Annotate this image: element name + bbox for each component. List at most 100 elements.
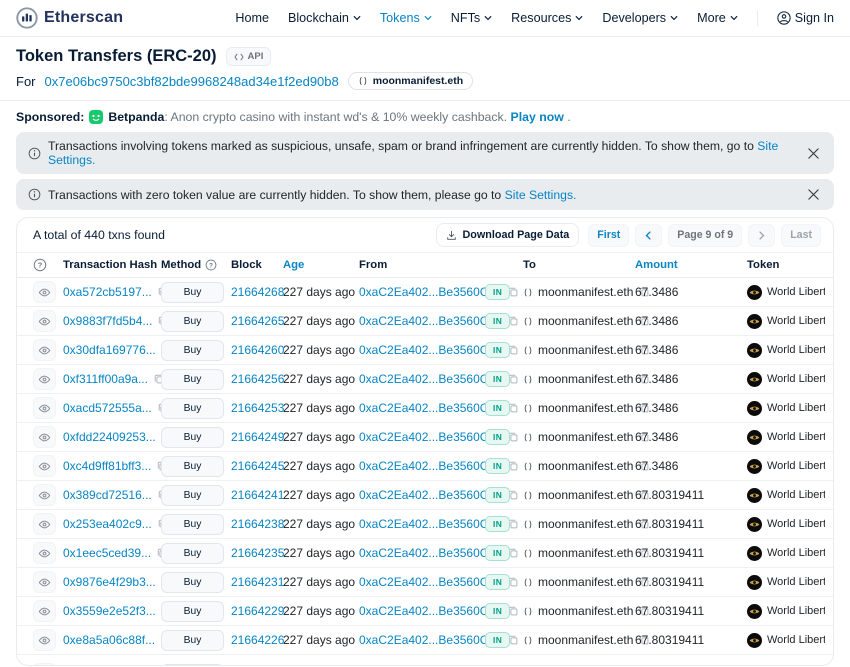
block-link[interactable]: 21664268 [231,285,284,299]
pagination-next-button[interactable] [748,224,775,247]
eye-preview-button[interactable] [33,484,56,506]
method-badge[interactable]: Buy [161,340,224,361]
token-name-link[interactable]: World Libert... [767,402,825,414]
transaction-hash-link[interactable]: 0x389cd72516... [63,488,152,502]
eye-preview-button[interactable] [33,368,56,390]
from-address-link[interactable]: 0xaC2Ea402...Be3560C22 [359,285,502,299]
close-icon[interactable] [805,145,822,162]
block-link[interactable]: 21664231 [231,575,284,589]
method-badge[interactable]: Buy [161,630,224,651]
token-name-link[interactable]: World Libert... [767,518,825,530]
eye-preview-button[interactable] [33,426,56,448]
to-ens-link[interactable]: moonmanifest.eth [538,343,633,357]
method-badge[interactable]: Buy [161,543,224,564]
to-ens-link[interactable]: moonmanifest.eth [538,546,633,560]
block-link[interactable]: 21664256 [231,372,284,386]
eye-preview-button[interactable] [33,629,56,651]
to-ens-link[interactable]: moonmanifest.eth [538,459,633,473]
transaction-hash-link[interactable]: 0x1eec5ced39... [63,546,151,560]
method-badge[interactable]: Buy [161,514,224,535]
to-ens-link[interactable]: moonmanifest.eth [538,372,633,386]
to-ens-link[interactable]: moonmanifest.eth [538,575,633,589]
token-name-link[interactable]: World Libert... [767,460,825,472]
method-badge[interactable]: Buy [161,282,224,303]
method-badge[interactable]: Buy [161,311,224,332]
pagination-last-button[interactable]: Last [781,224,821,247]
method-badge[interactable]: Buy [161,398,224,419]
block-link[interactable]: 21664226 [231,633,284,647]
token-name-link[interactable]: World Libert... [767,344,825,356]
token-name-link[interactable]: World Libert... [767,315,825,327]
from-address-link[interactable]: 0xaC2Ea402...Be3560C22 [359,459,502,473]
etherscan-logo[interactable]: Etherscan [16,7,123,29]
token-name-link[interactable]: World Libert... [767,547,825,559]
transaction-hash-link[interactable]: 0x3559e2e52f3... [63,604,156,618]
transaction-hash-link[interactable]: 0x30dfa169776... [63,343,156,357]
advertiser-link[interactable]: Betpanda [108,110,164,124]
pagination-first-button[interactable]: First [588,224,629,247]
eye-preview-button[interactable] [33,397,56,419]
block-link[interactable]: 21664241 [231,488,284,502]
eye-preview-button[interactable] [33,571,56,593]
transaction-hash-link[interactable]: 0xf311ff00a9a... [63,372,148,386]
method-badge[interactable]: Buy [161,369,224,390]
to-ens-link[interactable]: moonmanifest.eth [538,430,633,444]
site-settings-link[interactable]: Site Settings. [505,188,577,202]
eye-preview-button[interactable] [33,513,56,535]
method-badge[interactable] [161,664,224,666]
block-link[interactable]: 21664229 [231,604,284,618]
column-header-age[interactable]: Age [283,259,359,271]
nav-developers[interactable]: Developers [602,11,678,25]
transaction-hash-link[interactable]: 0x9876e4f29b3... [63,575,156,589]
eye-preview-button[interactable] [33,663,56,665]
eye-preview-button[interactable] [33,542,56,564]
token-name-link[interactable]: World Libert... [767,634,825,646]
block-link[interactable]: 21664265 [231,314,284,328]
to-ens-link[interactable]: moonmanifest.eth [538,285,633,299]
method-badge[interactable]: Buy [161,456,224,477]
play-now-link[interactable]: Play now [511,110,564,124]
to-ens-link[interactable]: moonmanifest.eth [538,314,633,328]
transaction-hash-link[interactable]: 0xe8a5a06c88f... [63,633,155,647]
to-ens-link[interactable]: moonmanifest.eth [538,488,633,502]
nav-more[interactable]: More [697,11,738,25]
to-ens-link[interactable]: moonmanifest.eth [538,633,633,647]
close-icon[interactable] [805,186,822,203]
from-address-link[interactable]: 0xaC2Ea402...Be3560C22 [359,546,502,560]
eye-preview-button[interactable] [33,310,56,332]
from-address-link[interactable]: 0xaC2Ea402...Be3560C22 [359,372,502,386]
from-address-link[interactable]: 0xaC2Ea402...Be3560C22 [359,604,502,618]
column-header-amount[interactable]: Amount [635,259,747,271]
token-name-link[interactable]: World Libert... [767,605,825,617]
block-link[interactable]: 21664253 [231,401,284,415]
from-address-link[interactable]: 0xaC2Ea402...Be3560C22 [359,314,502,328]
nav-resources[interactable]: Resources [511,11,583,25]
from-address-link[interactable]: 0xaC2Ea402...Be3560C22 [359,401,502,415]
eye-preview-button[interactable] [33,339,56,361]
block-link[interactable]: 21664235 [231,546,284,560]
transaction-hash-link[interactable]: 0xa572cb5197... [63,285,152,299]
to-ens-link[interactable]: moonmanifest.eth [538,604,633,618]
transaction-hash-link[interactable]: 0xfdd22409253... [63,430,156,444]
block-link[interactable]: 21664245 [231,459,284,473]
method-badge[interactable]: Buy [161,485,224,506]
transaction-hash-link[interactable]: 0x253ea402c9... [63,517,152,531]
eye-preview-button[interactable] [33,281,56,303]
transaction-hash-link[interactable]: 0x9883f7fd5b4... [63,314,152,328]
sign-in-button[interactable]: Sign In [777,11,834,25]
eye-preview-button[interactable] [33,455,56,477]
block-link[interactable]: 21664238 [231,517,284,531]
from-address-link[interactable]: 0xaC2Ea402...Be3560C22 [359,575,502,589]
transaction-hash-link[interactable]: 0xc4d9ff81bff3... [63,459,151,473]
transaction-hash-link[interactable]: 0xacd572555a... [63,401,152,415]
nav-blockchain[interactable]: Blockchain [288,11,361,25]
method-badge[interactable]: Buy [161,572,224,593]
nav-home[interactable]: Home [235,11,269,25]
token-name-link[interactable]: World Libert... [767,576,825,588]
method-badge[interactable]: Buy [161,601,224,622]
pagination-prev-button[interactable] [635,224,662,247]
to-ens-link[interactable]: moonmanifest.eth [538,517,633,531]
eye-preview-button[interactable] [33,600,56,622]
to-ens-link[interactable]: moonmanifest.eth [538,401,633,415]
token-name-link[interactable]: World Libert... [767,489,825,501]
